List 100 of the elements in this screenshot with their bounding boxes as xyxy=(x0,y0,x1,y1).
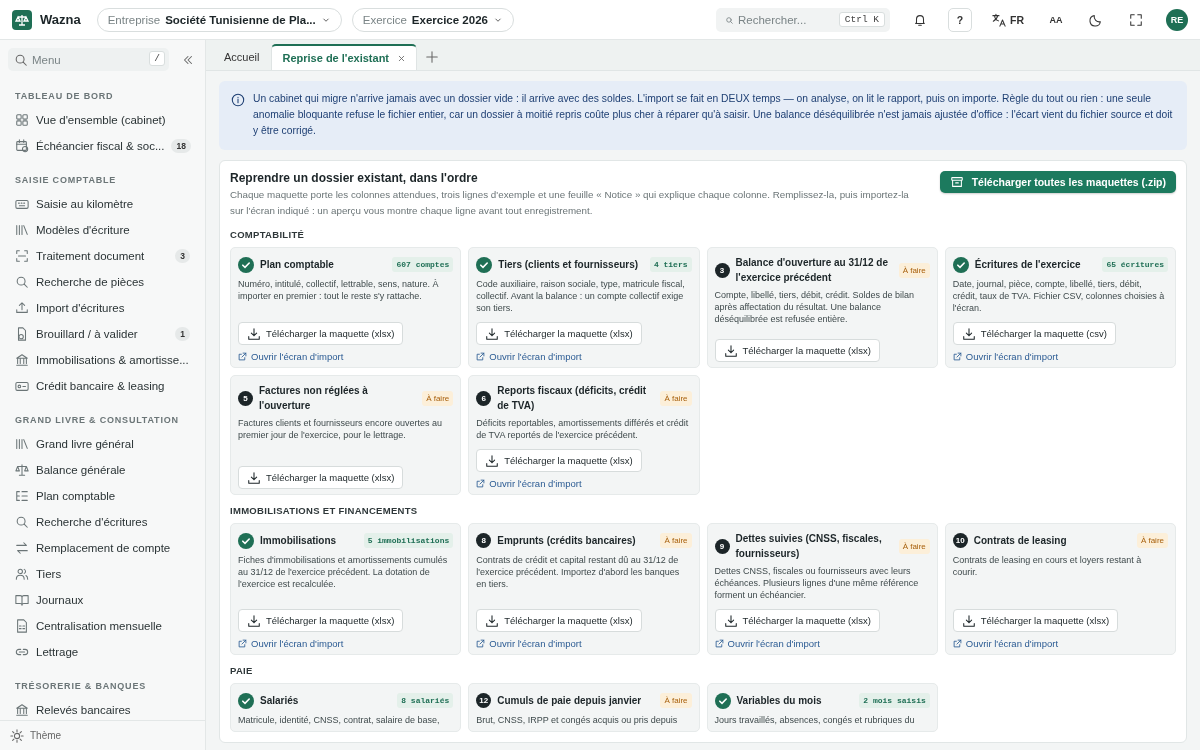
tab[interactable]: Accueil xyxy=(214,44,270,70)
translate-icon xyxy=(992,12,1006,27)
status-badge: 607 comptes xyxy=(392,257,454,272)
card-description: Brut, CNSS, IRPP et congés acquis ou pris depuis xyxy=(476,714,679,726)
step-number: 9 xyxy=(714,538,730,554)
moon-icon xyxy=(1089,12,1103,27)
sidebar-item[interactable]: Balance générale xyxy=(8,457,197,483)
download-template-button[interactable]: Télécharger la maquette (xlsx) xyxy=(476,609,642,632)
bank-icon xyxy=(15,353,29,367)
scale-icon xyxy=(15,463,29,477)
check-circle-icon xyxy=(476,256,493,273)
download-icon xyxy=(247,470,261,485)
search-icon xyxy=(14,52,28,67)
group-heading: PAIE xyxy=(230,665,254,676)
sidebar-item[interactable]: Centralisation mensuelle xyxy=(8,613,197,639)
sidebar-item[interactable]: Import d'écritures xyxy=(8,295,197,321)
import-screen-link[interactable]: Ouvrir l'écran d'import xyxy=(238,351,344,362)
card-description: Factures clients et fournisseurs encore ouvertes au premier jour de l'exercice, pour le lettrage. xyxy=(238,417,444,441)
import-screen-link[interactable]: Ouvrir l'écran d'import xyxy=(238,638,344,649)
count-badge: 3 xyxy=(175,249,190,263)
step-number: 6 xyxy=(476,390,492,406)
import-screen-link[interactable]: Ouvrir l'écran d'import xyxy=(714,638,820,649)
close-icon xyxy=(397,53,406,63)
sidebar-item[interactable]: Plan comptable xyxy=(8,483,197,509)
card-title: Balance d'ouverture au 31/12 de l'exercice précédent xyxy=(735,256,889,285)
company-picker[interactable]: Entreprise Société Tunisienne de Pla... xyxy=(96,7,342,32)
download-icon xyxy=(723,613,738,628)
info-text: Un cabinet qui migre n'arrive jamais avec un dossier vide : il arrive avec des soldes. L'import se fait en DEUX temps — on analyse, on lit le rapport, puis on importe. Règle du tout ou rien : une seule anomalie bloquante refuse le fichier entier, car un dossier à moitié repris coûte plus cher à réparer qu'à saisir. Une balance déséquilibrée n'est jamais ajustée d'office : l'écart vient du fichier source et doit y être corrigé. xyxy=(253,92,1174,138)
sidebar-item[interactable]: Lettrage xyxy=(8,639,197,665)
check-circle-icon xyxy=(238,692,254,709)
download-template-button[interactable]: Télécharger la maquette (xlsx) xyxy=(238,466,404,489)
card-title: Écritures de l'exercice xyxy=(974,257,1082,272)
card-title: Emprunts (crédits bancaires) xyxy=(497,534,637,548)
sidebar-item[interactable]: Saisie au kilomètre xyxy=(8,191,197,217)
grid-icon xyxy=(15,113,29,127)
import-screen-link[interactable]: Ouvrir l'écran d'import xyxy=(476,351,582,362)
download-template-button[interactable]: Télécharger la maquette (xlsx) xyxy=(714,609,880,632)
sidebar-item[interactable]: Grand livre général xyxy=(8,431,197,457)
archive-icon xyxy=(949,175,964,189)
status-badge: 5 immobilisations xyxy=(363,533,454,548)
status-badge: À faire xyxy=(660,533,692,548)
download-template-button[interactable]: Télécharger la maquette (csv) xyxy=(952,322,1116,345)
card-description: Déficits reportables, amortissements différés et crédit de TVA reportés de l'exercice précédent. xyxy=(476,417,690,441)
download-template-button[interactable]: Télécharger la maquette (xlsx) xyxy=(714,339,880,362)
download-all-button[interactable]: Télécharger toutes les maquettes (.zip) xyxy=(939,171,1176,193)
books-icon xyxy=(15,223,29,237)
sidebar-item[interactable]: Crédit bancaire & leasing xyxy=(8,373,197,399)
count-badge: 1 xyxy=(175,327,190,341)
picker-label: Entreprise xyxy=(107,13,161,26)
import-screen-link[interactable]: Ouvrir l'écran d'import xyxy=(476,478,582,489)
picker-value: Exercice 2026 xyxy=(411,13,488,26)
download-icon xyxy=(961,326,976,341)
sidebar-item[interactable]: Remplacement de compte xyxy=(8,535,197,561)
import-screen-link[interactable]: Ouvrir l'écran d'import xyxy=(952,351,1059,362)
sidebar-item[interactable]: Vue d'ensemble (cabinet) xyxy=(8,107,197,133)
card-description: Matricule, identité, CNSS, contrat, salaire de base, xyxy=(238,714,441,726)
card-title: Contrats de leasing xyxy=(973,534,1068,548)
status-badge: 2 mois saisis xyxy=(859,693,930,708)
download-template-button[interactable]: Télécharger la maquette (xlsx) xyxy=(476,449,642,472)
section-heading: GRAND LIVRE & CONSULTATION xyxy=(14,414,180,427)
document-icon xyxy=(15,327,29,341)
external-link-icon xyxy=(952,639,962,648)
download-template-button[interactable]: Télécharger la maquette (xlsx) xyxy=(476,322,642,345)
fiscal-year-picker[interactable]: Exercice Exercice 2026 xyxy=(351,7,514,32)
sun-icon xyxy=(10,728,24,743)
download-icon xyxy=(485,453,500,468)
sidebar-item[interactable]: Recherche de pièces xyxy=(8,269,197,295)
sidebar-item[interactable]: Traitement document 3 xyxy=(8,243,197,269)
sidebar-item[interactable]: Immobilisations & amortisse... xyxy=(8,347,197,373)
external-link-icon xyxy=(476,639,486,648)
status-badge: À faire xyxy=(898,538,930,554)
card-title: Plan comptable xyxy=(260,258,335,272)
sidebar-item[interactable]: Échéancier fiscal & soc... 18 xyxy=(8,133,197,159)
section-heading: SAISIE COMPTABLE xyxy=(14,174,118,187)
import-screen-link[interactable]: Ouvrir l'écran d'import xyxy=(952,638,1059,649)
external-link-icon xyxy=(476,479,486,488)
card-description: Code auxiliaire, raison sociale, type, matricule fiscal, collectif. Avant la balance : un compte collectif exige son tiers. xyxy=(476,278,686,314)
download-template-button[interactable]: Télécharger la maquette (xlsx) xyxy=(238,322,404,345)
step-number: 10 xyxy=(952,533,968,548)
card-description: Contrats de leasing en cours et loyers restant à courir. xyxy=(952,554,1143,578)
import-screen-link[interactable]: Ouvrir l'écran d'import xyxy=(476,638,582,649)
sidebar-item[interactable]: Brouillard / à valider 1 xyxy=(8,321,197,347)
sidebar-item[interactable]: Journaux xyxy=(8,587,197,613)
sidebar-item[interactable]: Tiers xyxy=(8,561,197,587)
status-badge: À faire xyxy=(1136,533,1168,548)
tab[interactable]: Reprise de l'existant xyxy=(271,44,417,70)
status-badge: À faire xyxy=(660,693,692,708)
step-number: 3 xyxy=(714,262,730,278)
user-avatar[interactable]: RE xyxy=(1166,8,1188,31)
sidebar-item[interactable]: Relevés bancaires xyxy=(8,697,197,720)
text-size-button[interactable]: AA xyxy=(1044,7,1068,32)
sidebar-item[interactable]: Recherche d'écritures xyxy=(8,509,197,535)
sidebar-item[interactable]: Modèles d'écriture xyxy=(8,217,197,243)
download-template-button[interactable]: Télécharger la maquette (xlsx) xyxy=(952,609,1119,632)
language-button[interactable]: FR xyxy=(988,7,1028,32)
external-link-icon xyxy=(238,639,247,648)
help-button[interactable]: ? xyxy=(948,7,972,32)
download-template-button[interactable]: Télécharger la maquette (xlsx) xyxy=(238,609,404,632)
card-title: Variables du mois xyxy=(736,694,823,708)
card-title: Cumuls de paie depuis janvier xyxy=(497,694,643,708)
